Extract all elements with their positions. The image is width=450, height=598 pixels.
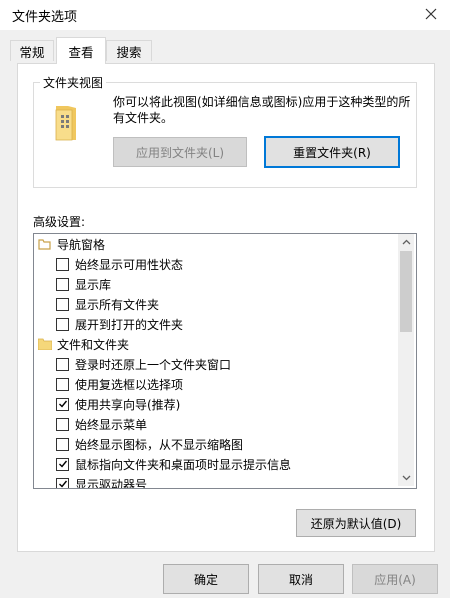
list-item-use-sharing-wizard[interactable]: 使用共享向导(推荐) <box>56 394 180 414</box>
checkbox[interactable] <box>56 277 69 291</box>
check-icon <box>58 480 67 488</box>
checkbox[interactable] <box>56 377 69 391</box>
checkbox[interactable] <box>56 357 69 371</box>
scroll-up-button[interactable] <box>398 234 414 250</box>
check-icon <box>58 460 67 468</box>
checkbox[interactable] <box>56 257 69 271</box>
reset-folders-button[interactable]: 重置文件夹(R) <box>264 136 400 168</box>
restore-defaults-button[interactable]: 还原为默认值(D) <box>296 509 416 537</box>
list-item-files-and-folders: 文件和文件夹 <box>38 334 129 354</box>
tab-search[interactable]: 搜索 <box>106 40 152 61</box>
apply-to-folders-button[interactable]: 应用到文件夹(L) <box>113 137 247 167</box>
ok-button[interactable]: 确定 <box>163 564 249 594</box>
close-icon <box>425 8 437 20</box>
checkbox-checked[interactable] <box>56 397 69 411</box>
navigation-pane-icon <box>38 239 51 250</box>
chevron-down-icon <box>402 475 410 481</box>
apply-button[interactable]: 应用(A) <box>352 564 438 594</box>
scroll-down-button[interactable] <box>398 470 414 486</box>
list-item-show-drive-letters[interactable]: 显示驱动器号 <box>56 474 147 488</box>
list-item-expand-to-open-folder[interactable]: 展开到打开的文件夹 <box>56 314 183 334</box>
tab-view[interactable]: 查看 <box>56 37 106 64</box>
checkbox[interactable] <box>56 437 69 451</box>
checkbox[interactable] <box>56 417 69 431</box>
list-item-always-show-menus[interactable]: 始终显示菜单 <box>56 414 147 434</box>
list-item-restore-previous-windows[interactable]: 登录时还原上一个文件夹窗口 <box>56 354 231 374</box>
scrollbar-thumb[interactable] <box>400 251 412 332</box>
tab-general[interactable]: 常规 <box>10 40 54 61</box>
checkbox-checked[interactable] <box>56 457 69 471</box>
folder-view-group-label: 文件夹视图 <box>40 74 107 91</box>
advanced-settings-label: 高级设置: <box>33 215 86 229</box>
list-item-navigation-pane: 导航窗格 <box>38 234 105 254</box>
list-item-show-libraries[interactable]: 显示库 <box>56 274 111 294</box>
folder-icon <box>38 338 52 350</box>
check-icon <box>58 400 67 408</box>
checkbox-checked[interactable] <box>56 477 69 488</box>
cancel-button[interactable]: 取消 <box>258 564 344 594</box>
list-item-always-show-icons[interactable]: 始终显示图标，从不显示缩略图 <box>56 434 243 454</box>
vertical-scrollbar[interactable] <box>398 234 414 486</box>
folder-view-icon <box>55 106 76 141</box>
advanced-settings-list[interactable]: 导航窗格 始终显示可用性状态 显示库 显示所有文件夹 展开到打开的文件夹 文件和… <box>33 233 417 489</box>
list-item-use-checkboxes[interactable]: 使用复选框以选择项 <box>56 374 183 394</box>
chevron-up-icon <box>402 239 410 245</box>
folder-view-description: 你可以将此视图(如详细信息或图标)应用于这种类型的所有文件夹。 <box>113 95 411 125</box>
checkbox[interactable] <box>56 317 69 331</box>
checkbox[interactable] <box>56 297 69 311</box>
list-item-always-show-availability[interactable]: 始终显示可用性状态 <box>56 254 183 274</box>
list-item-show-all-folders[interactable]: 显示所有文件夹 <box>56 294 159 314</box>
list-item-show-popup-description[interactable]: 鼠标指向文件夹和桌面项时显示提示信息 <box>56 454 291 474</box>
window-title: 文件夹选项 <box>12 10 78 25</box>
close-button[interactable] <box>418 2 444 26</box>
